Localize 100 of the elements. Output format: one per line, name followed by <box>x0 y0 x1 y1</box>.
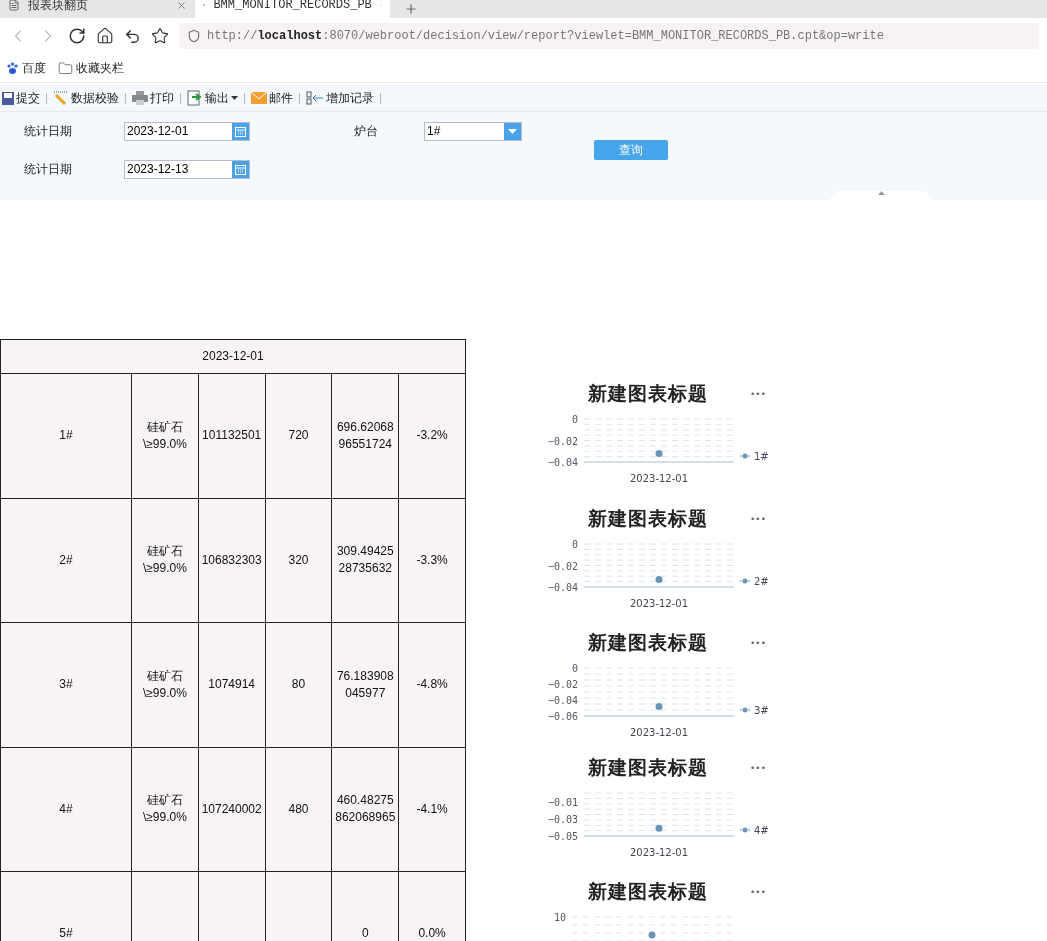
table-cell: 101132501 <box>198 373 266 498</box>
table-cell: 硅矿石 \≥99.0% <box>131 373 199 498</box>
shield-icon <box>187 29 201 43</box>
more-button[interactable]: ••• <box>750 513 766 524</box>
table-cell: 460.48275862068965 <box>331 747 399 872</box>
home-icon[interactable] <box>96 27 114 45</box>
x-tick-label: 2023-12-01 <box>629 473 689 484</box>
legend-marker <box>739 578 751 583</box>
export-icon <box>187 90 203 106</box>
data-point <box>655 702 663 710</box>
data-point <box>655 449 663 457</box>
table-cell: -4.1% <box>398 747 466 872</box>
table-cell: -3.3% <box>398 498 466 623</box>
chart-title: 新建图表标题 <box>588 381 708 406</box>
y-tick-label: −0.04 <box>547 581 578 593</box>
data-point <box>648 931 656 939</box>
legend-label: 4# <box>754 824 769 836</box>
chart-title: 新建图表标题 <box>588 754 708 780</box>
y-tick-label: −0.06 <box>547 711 578 722</box>
legend-label: 1# <box>754 451 769 462</box>
field-label: 炉台 <box>354 122 379 140</box>
toolbar-button[interactable]: 打印 <box>130 89 176 107</box>
table-cell: 480 <box>265 747 332 872</box>
mail-icon <box>251 92 267 104</box>
chart-title: 新建图表标题 <box>588 879 708 904</box>
dropdown-icon <box>508 128 517 134</box>
y-tick-label: −0.04 <box>547 695 578 706</box>
collapse-icon <box>877 191 885 195</box>
y-tick-label: −0.03 <box>547 813 578 825</box>
data-point <box>655 824 663 832</box>
table-cell: 硅矿石 \≥99.0% <box>131 498 199 623</box>
x-tick-label: 2023-12-01 <box>629 597 689 609</box>
legend-marker <box>739 453 751 459</box>
toolbar-button[interactable]: 输出 <box>185 89 240 107</box>
printer-icon <box>132 91 148 105</box>
table-cell: 硅矿石 \≥99.0% <box>131 747 199 872</box>
legend-marker <box>739 827 751 832</box>
toolbar-button[interactable]: 邮件 <box>249 89 295 107</box>
table-cell: 309.4942528735632 <box>331 498 399 623</box>
y-tick-label: −0.02 <box>547 435 578 447</box>
y-tick-label: −0.02 <box>547 679 578 690</box>
legend-marker <box>739 707 751 713</box>
browser-tab[interactable]: BMM_MONITOR_RECORDS_PB <box>195 0 390 18</box>
table-cell: 0 <box>331 871 399 941</box>
table-cell: 5# <box>0 871 132 941</box>
chart-title: 新建图表标题 <box>588 505 708 531</box>
more-button[interactable]: ••• <box>750 762 766 773</box>
table-cell: 1074914 <box>198 622 266 747</box>
table-cell: 硅矿石 \≥99.0% <box>131 622 199 747</box>
field-label: 统计日期 <box>24 160 73 178</box>
more-button[interactable]: ••• <box>750 887 766 897</box>
add-record-icon <box>306 91 324 105</box>
table-cell: 0.0% <box>398 871 466 941</box>
table-cell: 4# <box>0 747 132 872</box>
furnace-select[interactable]: 1# <box>424 121 522 141</box>
field-label: 统计日期 <box>24 122 73 140</box>
toolbar-button[interactable]: 数据校验 <box>51 89 121 107</box>
date-header-cell: 2023-12-01 <box>0 339 466 374</box>
paw-icon <box>6 61 19 75</box>
legend-label: 2# <box>754 575 769 587</box>
date-field[interactable]: 2023-12-01 <box>124 121 250 141</box>
toolbar-button[interactable]: 增加记录 <box>304 89 376 107</box>
y-tick-label: −0.01 <box>547 796 578 808</box>
x-tick-label: 2023-12-01 <box>629 846 689 858</box>
table-cell: 2# <box>0 498 132 623</box>
new-tab-icon[interactable] <box>404 2 418 16</box>
more-button[interactable]: ••• <box>750 389 766 399</box>
data-point <box>655 575 663 583</box>
y-tick-label: 0 <box>571 663 578 674</box>
legend-label: 3# <box>754 705 769 716</box>
table-cell: 80 <box>265 622 332 747</box>
pencil-icon <box>53 91 69 105</box>
table-cell: 1# <box>0 373 132 498</box>
calendar-icon <box>235 163 246 175</box>
calendar-icon <box>235 125 246 137</box>
reload-icon[interactable] <box>68 27 86 45</box>
chart-title: 新建图表标题 <box>588 630 708 655</box>
address-bar[interactable]: http://localhost:8070/webroot/decision/view/report?viewlet=BMM_MONITOR_RECORDS_PB.cpt&op=write <box>179 23 1039 49</box>
table-cell: -4.8% <box>398 622 466 747</box>
table-cell: 720 <box>265 373 332 498</box>
undo-icon[interactable] <box>124 27 141 45</box>
table-cell: 3# <box>0 622 132 747</box>
y-tick-label: −0.02 <box>547 560 578 571</box>
toolbar-button[interactable]: 提交 <box>0 89 42 107</box>
bookmark-link[interactable]: 百度 <box>6 59 46 77</box>
table-cell: 76.183908045977 <box>331 622 399 747</box>
table-cell: -3.2% <box>398 373 466 498</box>
table-cell: 320 <box>265 498 332 623</box>
y-tick-label: 0 <box>571 414 578 425</box>
y-tick-label: 10 <box>553 912 566 923</box>
table-cell: 106832303 <box>198 498 266 623</box>
bookmark-link[interactable]: 收藏夹栏 <box>58 59 124 77</box>
table-cell: 696.6206896551724 <box>331 373 399 498</box>
folder-icon <box>58 60 73 76</box>
y-tick-label: −0.05 <box>547 830 578 842</box>
y-tick-label: 0 <box>571 538 578 550</box>
star-icon[interactable] <box>151 27 169 45</box>
more-button[interactable]: ••• <box>750 638 766 648</box>
y-tick-label: −0.04 <box>547 457 578 468</box>
date-field[interactable]: 2023-12-13 <box>124 159 250 179</box>
